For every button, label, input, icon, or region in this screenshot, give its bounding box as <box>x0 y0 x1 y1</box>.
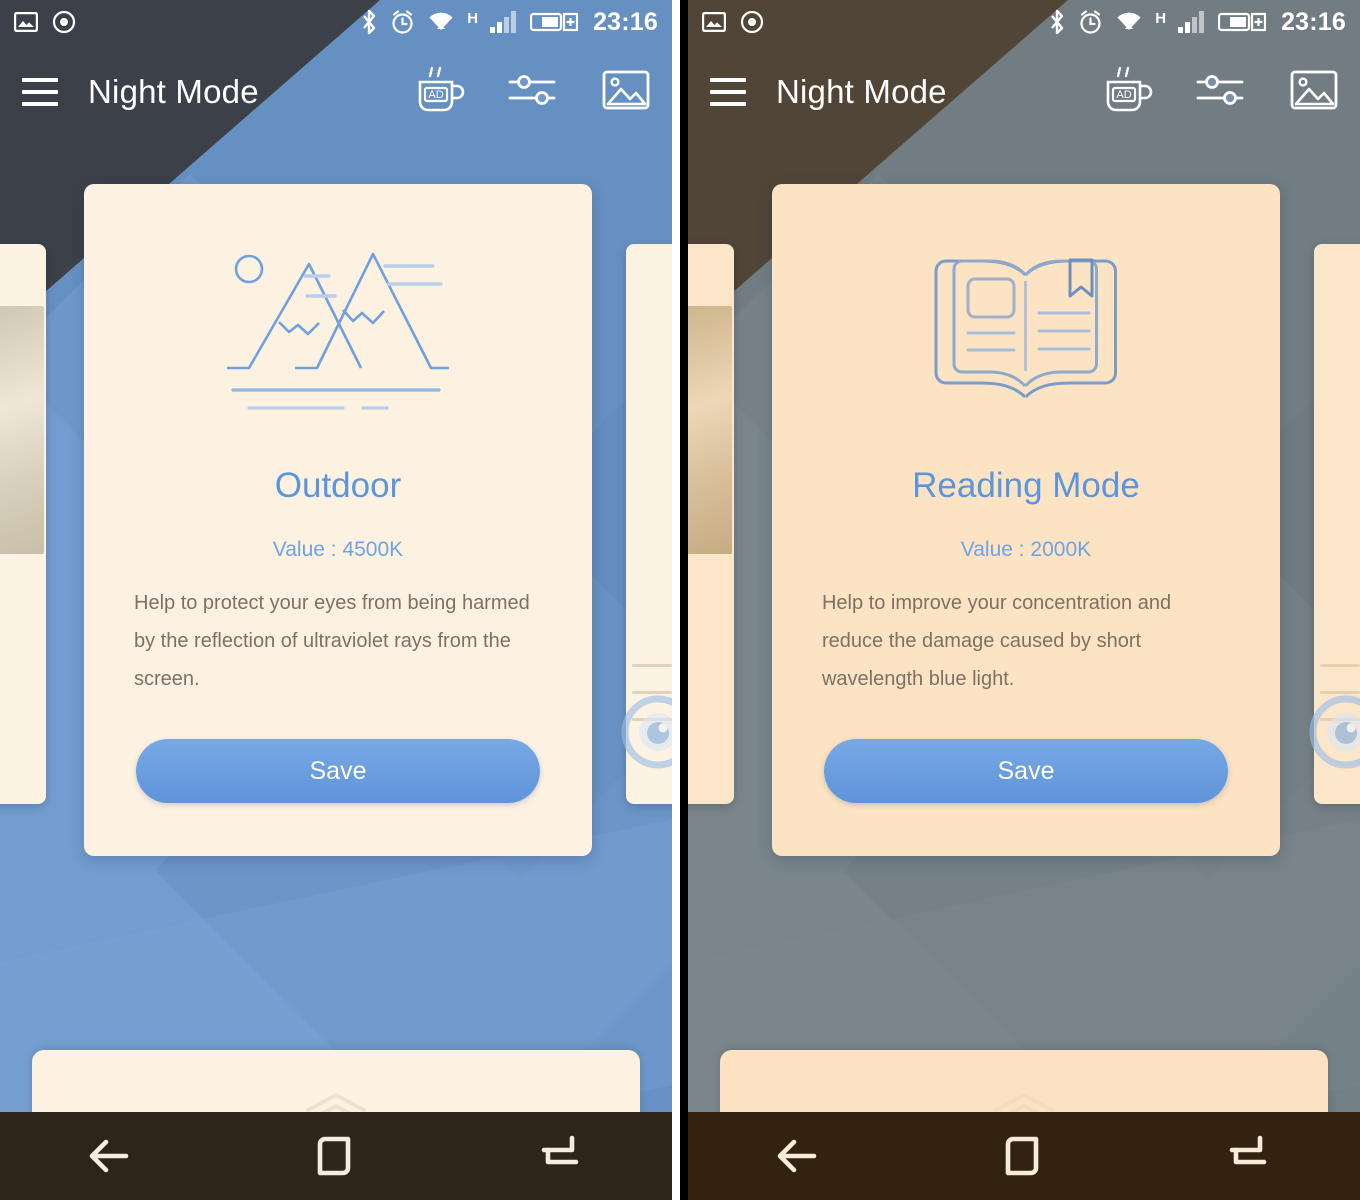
dual-screenshot-stage: H 23:16 Night Mode AD Outdoor Value: 45… <box>0 0 1360 1200</box>
peek-card-previous[interactable] <box>687 244 734 804</box>
ad-coffee-icon[interactable]: AD <box>1102 62 1154 123</box>
system-nav-bar <box>687 1112 1360 1200</box>
eye-icon <box>740 10 764 34</box>
mode-carousel[interactable]: Outdoor Value : 4500K Help to protect yo… <box>0 140 673 1200</box>
back-arrow-icon[interactable] <box>0 1132 224 1180</box>
eye-toggle-icon[interactable] <box>620 694 673 770</box>
alarm-icon <box>390 9 415 35</box>
status-bar: H 23:16 <box>0 0 672 44</box>
battery-icon <box>530 10 579 34</box>
app-bar: Night Mode AD <box>0 44 672 140</box>
battery-icon <box>1218 10 1267 34</box>
recent-apps-icon[interactable] <box>448 1132 672 1180</box>
mode-description: Help to improve your concentration and r… <box>821 592 1172 690</box>
peek-thumbnail <box>687 306 732 554</box>
network-type-label: H <box>1155 9 1167 27</box>
mode-carousel[interactable]: Reading Mode Value : 2000K Help to impro… <box>687 140 1360 1200</box>
page-title: Night Mode <box>775 73 947 110</box>
app-bar: Night Mode AD <box>688 44 1360 140</box>
bluetooth-icon <box>359 9 379 35</box>
mode-card[interactable]: Reading Mode Value : 2000K Help to impro… <box>771 184 1280 856</box>
hamburger-menu-icon[interactable] <box>709 78 746 106</box>
eye-toggle-icon[interactable] <box>1308 694 1360 770</box>
ad-coffee-icon[interactable]: AD <box>414 62 466 123</box>
gallery-image-icon[interactable] <box>602 69 650 116</box>
screenshot-divider <box>672 0 680 1200</box>
recent-apps-icon[interactable] <box>1136 1132 1360 1180</box>
signal-icon <box>1177 10 1207 34</box>
status-time: 23:16 <box>593 7 659 36</box>
home-square-icon[interactable] <box>224 1130 448 1182</box>
signal-icon <box>489 10 519 34</box>
ad-label: AD <box>428 89 443 101</box>
image-icon <box>701 12 726 32</box>
mode-description: Help to protect your eyes from being har… <box>134 592 530 690</box>
mode-value: Value : 2000K <box>960 538 1092 561</box>
save-button[interactable]: Save <box>136 739 540 803</box>
ad-label: AD <box>1116 89 1131 101</box>
eye-icon <box>52 10 76 34</box>
phone-screen-reading-mode: H 23:16 Night Mode AD Reading Mode Value… <box>687 0 1360 1200</box>
tuner-sliders-icon[interactable] <box>1196 69 1248 116</box>
page-title: Night Mode <box>88 73 259 110</box>
save-button[interactable]: Save <box>823 739 1228 803</box>
status-bar: H 23:16 <box>688 0 1360 44</box>
hamburger-menu-icon[interactable] <box>22 78 58 106</box>
mode-value: Value : 4500K <box>272 538 404 561</box>
mountains-icon <box>84 230 592 420</box>
mode-title: Outdoor <box>274 466 402 505</box>
network-type-label: H <box>467 9 479 27</box>
peek-thumbnail <box>0 306 44 554</box>
bluetooth-icon <box>1047 9 1067 35</box>
gallery-image-icon[interactable] <box>1290 69 1338 116</box>
wifi-icon <box>426 10 456 34</box>
image-icon <box>14 12 38 32</box>
mode-card[interactable]: Outdoor Value : 4500K Help to protect yo… <box>84 184 592 856</box>
back-arrow-icon[interactable] <box>688 1132 912 1180</box>
mode-title: Reading Mode <box>912 466 1140 505</box>
system-nav-bar <box>0 1112 673 1200</box>
status-time: 23:16 <box>1281 7 1347 36</box>
peek-card-previous[interactable] <box>0 244 46 804</box>
phone-screen-outdoor: H 23:16 Night Mode AD Outdoor Value: 45… <box>0 0 673 1200</box>
open-book-icon <box>772 230 1280 420</box>
wifi-icon <box>1114 10 1144 34</box>
home-square-icon[interactable] <box>912 1130 1136 1182</box>
alarm-icon <box>1078 9 1103 35</box>
tuner-sliders-icon[interactable] <box>508 69 560 116</box>
